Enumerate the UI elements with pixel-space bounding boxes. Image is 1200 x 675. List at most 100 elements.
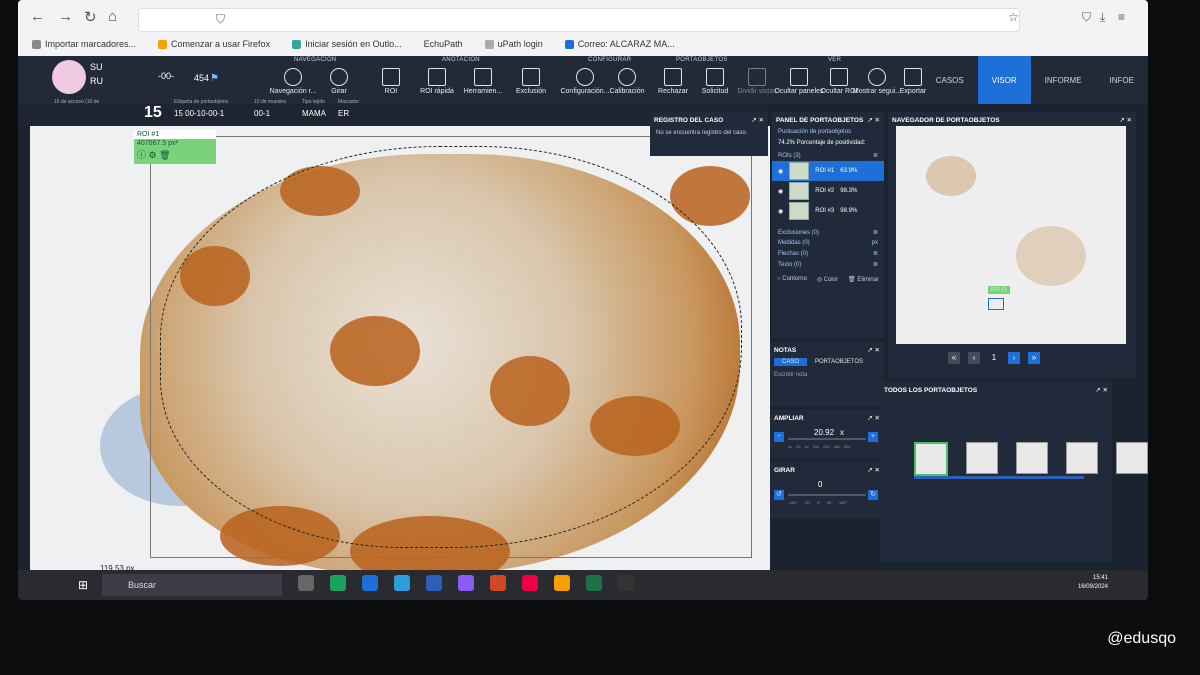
tab-casos[interactable]: CASOS (922, 56, 978, 104)
flechas-row[interactable]: Flechas (0) ≣ (772, 248, 884, 259)
tab-informe[interactable]: INFORME (1031, 56, 1096, 104)
roi-row[interactable]: ◉ ROI #2 98.3% (772, 181, 884, 201)
slide-thumbnail[interactable] (1116, 442, 1148, 474)
rotate-value[interactable]: 0 (818, 480, 822, 489)
taskbar-search[interactable]: Buscar (102, 574, 282, 596)
browser-chrome: ← → ↻ ⌂ ⛉ ☆ ⛉ ⤓ ≡ Importar marcadores...… (18, 0, 1148, 57)
bookmark-item[interactable]: EchuPath (424, 39, 463, 49)
eye-icon[interactable]: ◉ (778, 208, 783, 215)
slide-thumbnail[interactable] (914, 442, 948, 476)
slide-viewer[interactable]: ROI #1 407067.5 px² ⓘ ⚙ 🗑 119.53 px (30, 126, 770, 596)
shield-icon[interactable]: ⛉ (216, 12, 225, 27)
girar-panel: GIRAR ↗ ✕ 0 ↺ ↻ -180° -90° 0° 90° 180° (770, 462, 884, 518)
rotate-slider[interactable] (788, 494, 866, 496)
info-icon[interactable]: ⓘ (137, 150, 146, 160)
close-icon[interactable]: ↗ ✕ (867, 116, 880, 124)
reload-icon[interactable]: ↻ (84, 8, 97, 26)
zoom-step[interactable]: 2x (796, 444, 800, 449)
app-icon[interactable] (618, 575, 634, 591)
roi-label[interactable]: ROI #1 407067.5 px² ⓘ ⚙ 🗑 (134, 130, 216, 164)
overview-viewport[interactable] (988, 298, 1004, 310)
eye-icon[interactable]: ◉ (778, 188, 783, 195)
zoom-step[interactable]: 80x (844, 444, 850, 449)
tab-portaobjetos[interactable]: PORTAOBJETOS (811, 358, 867, 366)
close-icon[interactable]: ↗ ✕ (867, 346, 880, 354)
media-icon[interactable] (362, 575, 378, 591)
menu-icon[interactable]: ≡ (1118, 10, 1125, 24)
powerpoint-icon[interactable] (490, 575, 506, 591)
roi-row[interactable]: ◉ ROI #1 63.9% (772, 161, 884, 181)
zoom-value[interactable]: 20.92 (814, 428, 834, 437)
zoom-in-button[interactable]: + (868, 432, 878, 442)
tab-caso[interactable]: CASO (774, 358, 808, 366)
pocket-icon[interactable]: ⛉ (1082, 10, 1091, 25)
rotate-right-button[interactable]: ↻ (868, 490, 878, 500)
close-icon[interactable]: ↗ ✕ (1095, 386, 1108, 394)
eliminar-button[interactable]: 🗑 Eliminar (848, 276, 879, 283)
exclusion-button[interactable]: Exclusión (502, 68, 560, 95)
slide-thumbnail[interactable] (966, 442, 998, 474)
roi-contour[interactable] (160, 146, 742, 548)
flag-icon[interactable]: ⚑ (210, 73, 219, 84)
section-label: Exclusiones (0) (778, 229, 820, 236)
firefox-icon[interactable] (554, 575, 570, 591)
zoom-slider[interactable] (788, 438, 866, 440)
exclusiones-row[interactable]: Exclusiones (0) ≣ (772, 227, 884, 238)
girar-tool-button[interactable]: Girar (310, 68, 368, 95)
bookmark-item[interactable]: uPath login (484, 39, 543, 49)
contorno-button[interactable]: ○ Contorno (777, 276, 807, 283)
list-icon[interactable]: ≣ (873, 152, 878, 159)
roi-row[interactable]: ◉ ROI #3 98.9% (772, 201, 884, 221)
close-icon[interactable]: ↗ ✕ (1119, 116, 1132, 124)
slide-overview[interactable]: ROI #1 (896, 126, 1126, 344)
taskbar-clock[interactable]: 15:41 16/09/2024 (1078, 574, 1108, 592)
roi-value: 98.9% (840, 208, 858, 214)
note-input[interactable]: Escribir nota (774, 372, 880, 378)
trash-icon[interactable]: 🗑 (159, 150, 170, 160)
bookmark-item[interactable]: Comenzar a usar Firefox (158, 39, 270, 49)
paint-icon[interactable] (458, 575, 474, 591)
star-icon[interactable]: ☆ (1008, 10, 1019, 24)
texto-row[interactable]: Texto (0) ≣ (772, 259, 884, 270)
slide-thumbnail[interactable] (1016, 442, 1048, 474)
next-page-button[interactable]: › (1008, 352, 1020, 364)
download-icon[interactable]: ⤓ (1100, 10, 1105, 25)
eye-icon[interactable]: ◉ (778, 168, 783, 175)
close-icon[interactable]: ↗ ✕ (867, 414, 880, 422)
tab-visor[interactable]: VISOR (977, 56, 1031, 104)
color-button[interactable]: ◎ Color (817, 276, 838, 283)
app-icon[interactable] (522, 575, 538, 591)
back-icon[interactable]: ← (30, 8, 45, 25)
first-page-button[interactable]: « (948, 352, 960, 364)
medidas-row[interactable]: Medidas (0) px (772, 238, 884, 248)
last-page-button[interactable]: » (1028, 352, 1040, 364)
task-view-icon[interactable] (298, 575, 314, 591)
excel-icon[interactable] (586, 575, 602, 591)
close-icon[interactable]: ↗ ✕ (867, 466, 880, 474)
hatch-icon (522, 68, 540, 86)
app-icon[interactable] (394, 575, 410, 591)
panel-title: PANEL DE PORTAOBJETOS (776, 116, 864, 124)
bookmark-item[interactable]: Correo: ALCARAZ MA... (564, 39, 675, 49)
bookmark-item[interactable]: Importar marcadores... (32, 39, 136, 49)
close-icon[interactable]: ↗ ✕ (751, 116, 764, 124)
prev-page-button[interactable]: ‹ (968, 352, 980, 364)
zoom-step[interactable]: 10x (813, 444, 819, 449)
windows-start-icon[interactable]: ⊞ (78, 578, 88, 592)
address-bar[interactable] (138, 8, 1020, 32)
avatar[interactable] (52, 60, 86, 94)
bookmark-item[interactable]: Iniciar sesión en Outlo... (292, 39, 402, 49)
rotate-left-button[interactable]: ↺ (774, 490, 784, 500)
slide-thumbnail[interactable] (1066, 442, 1098, 474)
tab-infoe[interactable]: INFOE (1096, 56, 1148, 104)
chrome-icon[interactable] (330, 575, 346, 591)
word-icon[interactable] (426, 575, 442, 591)
home-icon[interactable]: ⌂ (108, 8, 117, 25)
settings-icon[interactable]: ⚙ (149, 150, 157, 160)
forward-icon[interactable]: → (58, 8, 73, 25)
zoom-step[interactable]: 20x (823, 444, 829, 449)
zoom-out-button[interactable]: − (774, 432, 784, 442)
zoom-step[interactable]: 40x (834, 444, 840, 449)
zoom-step[interactable]: 1x (788, 444, 792, 449)
zoom-step[interactable]: 4x (804, 444, 808, 449)
